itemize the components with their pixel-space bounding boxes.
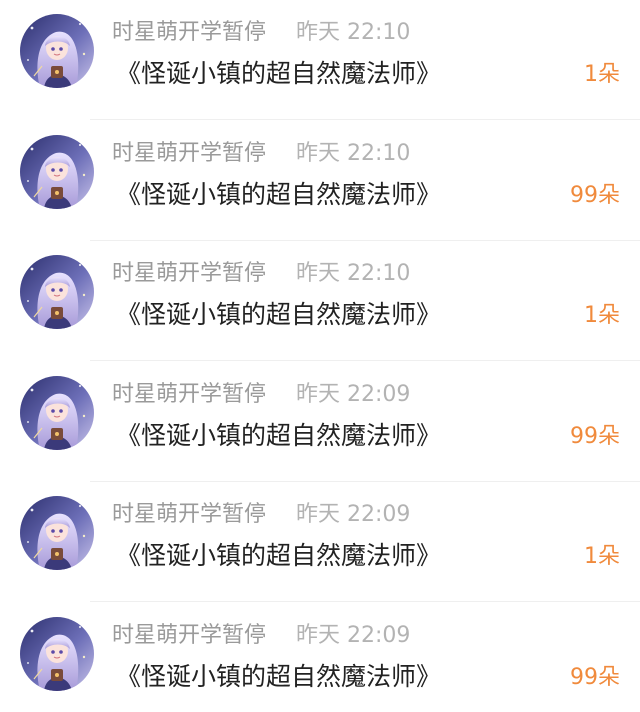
anime-girl-avatar-icon (20, 376, 94, 450)
anime-girl-avatar-icon (20, 255, 94, 329)
comment-message: 《怪诞小镇的超自然魔法师》 (116, 180, 442, 209)
row-divider (90, 119, 640, 120)
gift-count: 99朵 (570, 424, 620, 449)
comment-time: 昨天 22:09 (296, 502, 411, 527)
anime-girl-avatar-icon (20, 617, 94, 691)
gift-count: 1朵 (584, 544, 620, 569)
comment-time: 昨天 22:09 (296, 623, 411, 648)
gift-count: 99朵 (570, 183, 620, 208)
comment-row[interactable]: 时星萌开学暂停 昨天 22:10 《怪诞小镇的超自然魔法师》 99朵 (0, 121, 640, 241)
username[interactable]: 时星萌开学暂停 (112, 380, 266, 410)
comment-message: 《怪诞小镇的超自然魔法师》 (116, 541, 442, 570)
comment-message: 《怪诞小镇的超自然魔法师》 (116, 59, 442, 88)
user-avatar[interactable] (20, 376, 94, 450)
anime-girl-avatar-icon (20, 496, 94, 570)
user-avatar[interactable] (20, 135, 94, 209)
anime-girl-avatar-icon (20, 14, 94, 88)
user-avatar[interactable] (20, 617, 94, 691)
username[interactable]: 时星萌开学暂停 (112, 500, 266, 530)
comment-time: 昨天 22:09 (296, 382, 411, 407)
anime-girl-avatar-icon (20, 135, 94, 209)
comment-row[interactable]: 时星萌开学暂停 昨天 22:09 《怪诞小镇的超自然魔法师》 99朵 (0, 603, 640, 712)
comment-time: 昨天 22:10 (296, 20, 411, 45)
gift-count: 99朵 (570, 665, 620, 690)
gift-comment-list: 时星萌开学暂停 昨天 22:10 《怪诞小镇的超自然魔法师》 1朵 时星萌开学暂… (0, 0, 640, 712)
username[interactable]: 时星萌开学暂停 (112, 621, 266, 651)
user-avatar[interactable] (20, 14, 94, 88)
row-divider (90, 601, 640, 602)
comment-row[interactable]: 时星萌开学暂停 昨天 22:10 《怪诞小镇的超自然魔法师》 1朵 (0, 241, 640, 361)
user-avatar[interactable] (20, 496, 94, 570)
comment-row[interactable]: 时星萌开学暂停 昨天 22:10 《怪诞小镇的超自然魔法师》 1朵 (0, 0, 640, 120)
comment-time: 昨天 22:10 (296, 141, 411, 166)
username[interactable]: 时星萌开学暂停 (112, 18, 266, 48)
username[interactable]: 时星萌开学暂停 (112, 139, 266, 169)
user-avatar[interactable] (20, 255, 94, 329)
comment-message: 《怪诞小镇的超自然魔法师》 (116, 421, 442, 450)
gift-count: 1朵 (584, 303, 620, 328)
comment-time: 昨天 22:10 (296, 261, 411, 286)
comment-message: 《怪诞小镇的超自然魔法师》 (116, 300, 442, 329)
gift-count: 1朵 (584, 62, 620, 87)
username[interactable]: 时星萌开学暂停 (112, 259, 266, 289)
comment-row[interactable]: 时星萌开学暂停 昨天 22:09 《怪诞小镇的超自然魔法师》 99朵 (0, 362, 640, 482)
row-divider (90, 360, 640, 361)
comment-row[interactable]: 时星萌开学暂停 昨天 22:09 《怪诞小镇的超自然魔法师》 1朵 (0, 482, 640, 602)
comment-message: 《怪诞小镇的超自然魔法师》 (116, 662, 442, 691)
